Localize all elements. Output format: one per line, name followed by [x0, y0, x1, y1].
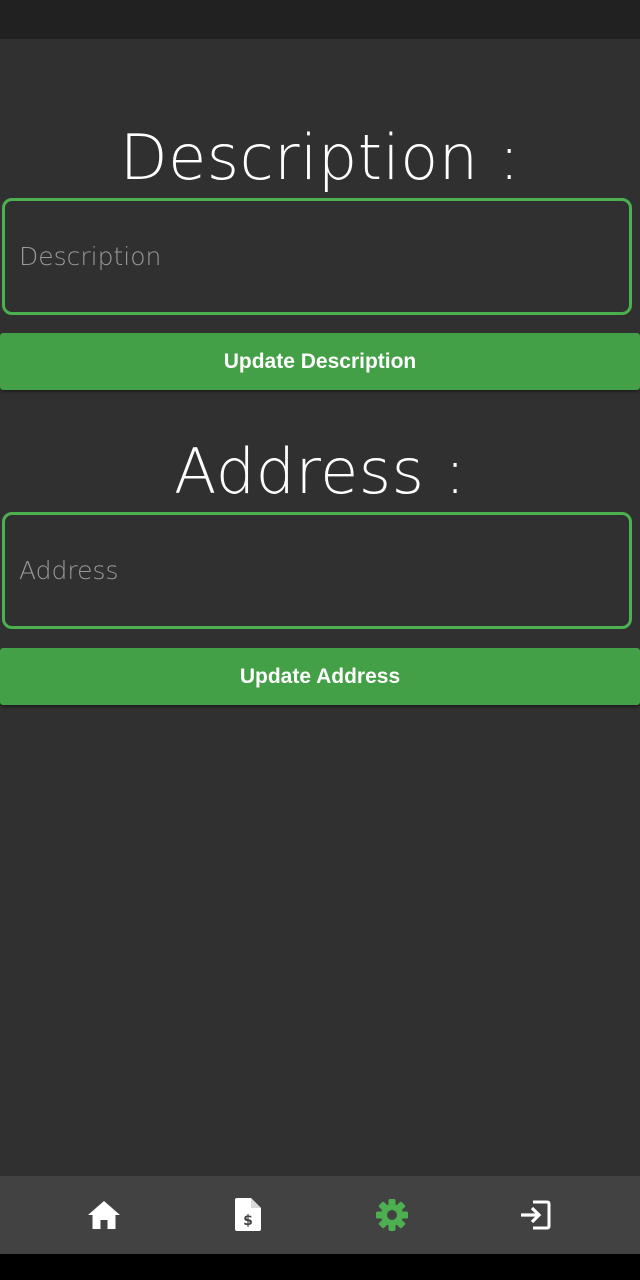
nav-home[interactable] — [74, 1176, 134, 1254]
status-bar — [0, 0, 640, 39]
address-input[interactable] — [19, 515, 619, 626]
description-field-container[interactable] — [2, 198, 632, 315]
nav-bill[interactable]: $ — [218, 1176, 278, 1254]
nav-logout[interactable] — [505, 1176, 565, 1254]
description-input[interactable] — [19, 201, 619, 312]
logout-icon — [521, 1200, 551, 1230]
system-navigation-bar — [0, 1254, 640, 1280]
update-address-button[interactable]: Update Address — [0, 648, 640, 705]
update-description-button[interactable]: Update Description — [0, 333, 640, 390]
home-icon — [88, 1201, 120, 1229]
settings-screen: Description : Update Description Address… — [0, 0, 640, 1280]
bottom-navigation: $ — [0, 1176, 640, 1254]
nav-settings[interactable] — [362, 1176, 422, 1254]
svg-text:$: $ — [243, 1213, 253, 1229]
gear-icon — [376, 1199, 408, 1231]
address-field-container[interactable] — [2, 512, 632, 629]
description-title: Description : — [119, 121, 521, 194]
address-title: Address : — [173, 435, 466, 508]
invoice-dollar-icon: $ — [235, 1198, 261, 1231]
